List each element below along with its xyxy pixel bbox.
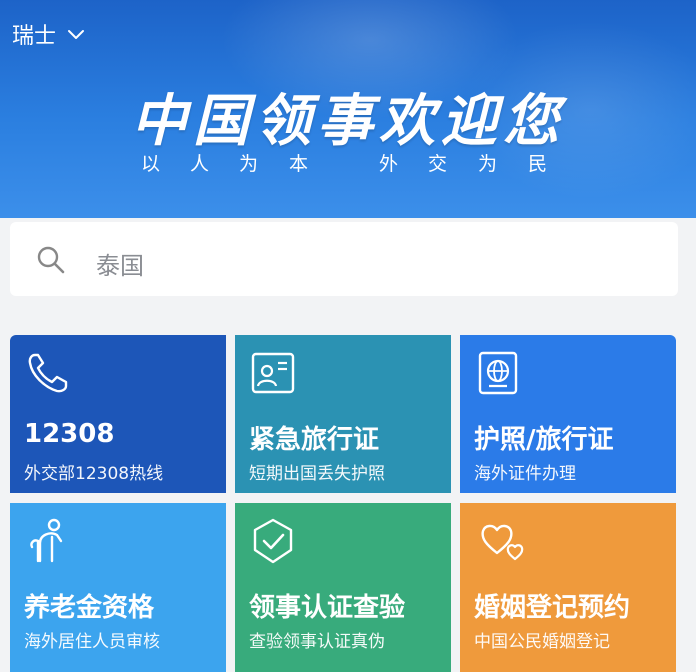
tile-title: 紧急旅行证 xyxy=(249,425,380,455)
tile-subtitle: 外交部12308热线 xyxy=(24,464,164,484)
id-card-icon xyxy=(251,352,295,394)
slogan-char: 交 xyxy=(428,153,448,175)
slogan-char: 本 xyxy=(289,153,309,175)
tile-marriage-registration[interactable]: 婚姻登记预约 中国公民婚姻登记 xyxy=(460,503,676,672)
slogan: 以 人 为 本 外 交 为 民 xyxy=(0,149,696,175)
chevron-down-icon xyxy=(68,30,85,39)
tile-subtitle: 查验领事认证真伪 xyxy=(249,632,385,652)
tile-consular-authentication[interactable]: 领事认证查验 查验领事认证真伪 xyxy=(235,503,451,672)
slogan-char: 人 xyxy=(190,153,210,175)
slogan-char: 为 xyxy=(239,153,259,175)
service-grid: 12308 外交部12308热线 紧急旅行证 短期出国丢失护照 护照/旅行证 海… xyxy=(10,335,678,672)
passport-icon xyxy=(478,351,518,395)
search-placeholder: 泰国 xyxy=(96,252,144,280)
slogan-char: 民 xyxy=(528,153,548,175)
country-label: 瑞士 xyxy=(12,24,57,49)
tile-pension-qualification[interactable]: 养老金资格 海外居住人员审核 xyxy=(10,503,226,672)
elderly-person-icon xyxy=(30,518,63,563)
shield-check-icon xyxy=(253,518,293,564)
tile-title: 婚姻登记预约 xyxy=(474,593,631,623)
tile-passport[interactable]: 护照/旅行证 海外证件办理 xyxy=(460,335,676,493)
phone-icon xyxy=(28,353,68,393)
tile-subtitle: 中国公民婚姻登记 xyxy=(474,632,610,652)
search-icon xyxy=(37,246,65,274)
tile-title: 护照/旅行证 xyxy=(474,425,614,455)
tile-12308-hotline[interactable]: 12308 外交部12308热线 xyxy=(10,335,226,493)
slogan-char: 外 xyxy=(379,153,399,175)
tile-title: 领事认证查验 xyxy=(249,593,406,623)
tile-emergency-travel-doc[interactable]: 紧急旅行证 短期出国丢失护照 xyxy=(235,335,451,493)
tile-title: 养老金资格 xyxy=(24,593,155,623)
slogan-char: 以 xyxy=(141,153,161,175)
tile-subtitle: 海外证件办理 xyxy=(474,464,576,484)
country-selector[interactable]: 瑞士 xyxy=(12,18,86,50)
search-input[interactable]: 泰国 xyxy=(10,222,678,296)
tile-title: 12308 xyxy=(24,419,115,449)
tile-subtitle: 海外居住人员审核 xyxy=(24,632,160,652)
header-banner: 瑞士 中国领事欢迎您 以 人 为 本 外 交 为 民 xyxy=(0,0,696,218)
tile-subtitle: 短期出国丢失护照 xyxy=(249,464,385,484)
page-title: 中国领事欢迎您 xyxy=(131,88,565,154)
hearts-icon xyxy=(481,524,524,561)
slogan-char: 为 xyxy=(478,153,498,175)
